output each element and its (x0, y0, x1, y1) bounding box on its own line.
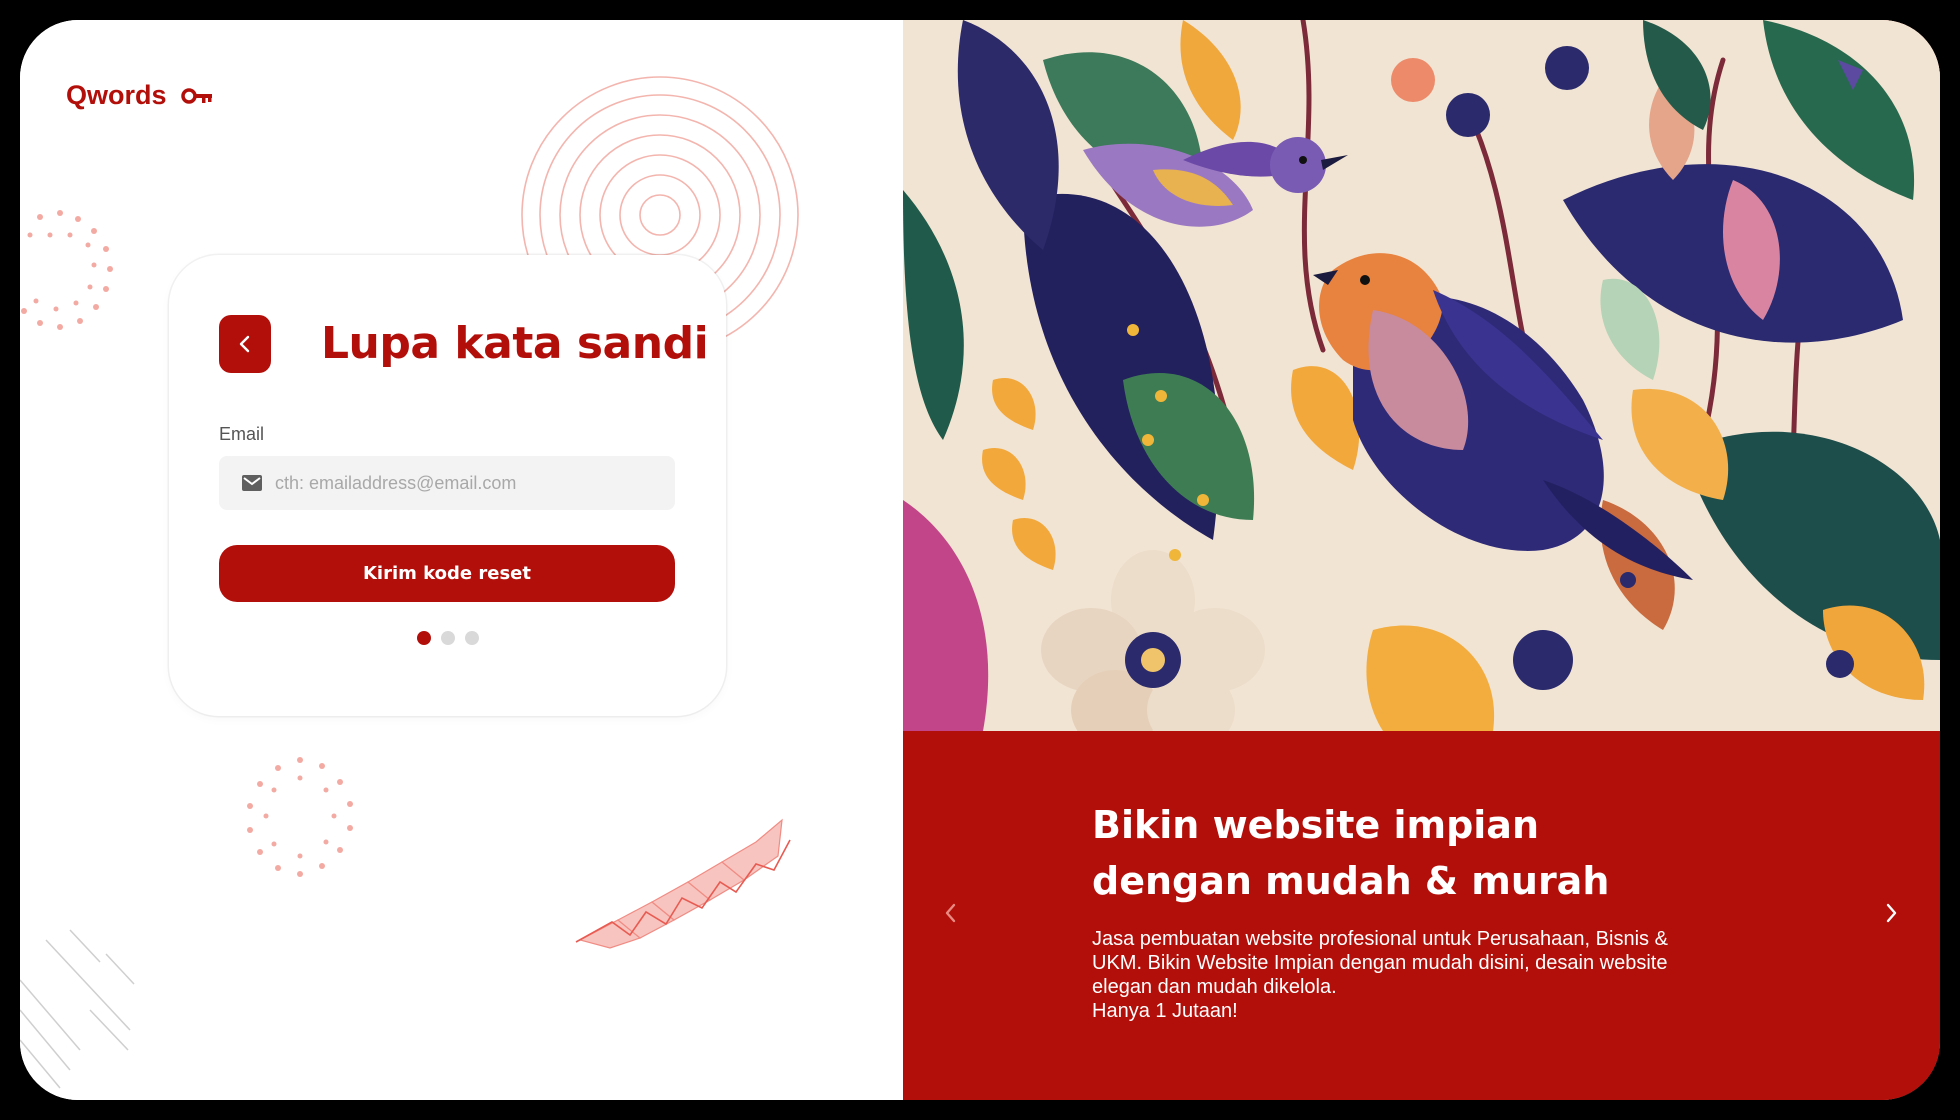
promo-description-line-1: Jasa pembuatan website profesional untuk… (1092, 928, 1668, 950)
back-button[interactable] (219, 315, 271, 373)
zigzag-decoration (575, 818, 791, 949)
chevron-left-icon (239, 335, 250, 353)
diagonal-lines-decoration (20, 929, 135, 1089)
chevron-left-icon (945, 903, 956, 923)
step-dot-2 (440, 631, 455, 645)
bird-illustration (903, 20, 1940, 731)
promo-description-line-4: Hanya 1 Jutaan! (1092, 1000, 1238, 1022)
dotted-ring-decoration (21, 210, 113, 330)
promo-headline: Bikin website impian dengan mudah & mura… (1092, 797, 1792, 909)
promo-headline-line-1: Bikin website impian (1092, 803, 1540, 847)
step-dot-3 (464, 631, 479, 645)
promo-banner: Bikin website impian dengan mudah & mura… (903, 731, 1940, 1100)
carousel-prev-button[interactable] (933, 895, 969, 931)
email-label: Email (219, 424, 265, 444)
step-indicator (169, 631, 726, 645)
email-field-container[interactable] (219, 456, 675, 510)
carousel-next-button[interactable] (1873, 895, 1909, 931)
promo-headline-line-2: dengan mudah & murah (1092, 859, 1610, 903)
brand-name: Qwords (66, 80, 167, 110)
right-panel: Bikin website impian dengan mudah & mura… (903, 20, 1940, 1100)
promo-description-line-2: UKM. Bikin Website Impian dengan mudah d… (1092, 952, 1668, 974)
step-dot-1 (416, 631, 431, 645)
brand-logo[interactable]: Qwords (66, 80, 213, 111)
device-frame: Qwords Lupa kata sandi Email cth: emaila… (0, 0, 1960, 1120)
forgot-password-card: Lupa kata sandi Email Kirim kode reset (169, 255, 726, 716)
left-panel: Qwords Lupa kata sandi Email cth: emaila… (20, 20, 903, 1100)
dotted-ring-decoration-bottom (247, 757, 353, 877)
promo-description: Jasa pembuatan website profesional untuk… (1092, 927, 1732, 1023)
email-field[interactable] (275, 472, 655, 494)
key-icon (180, 87, 212, 104)
send-reset-code-button[interactable]: Kirim kode reset (219, 545, 675, 602)
chevron-right-icon (1886, 903, 1897, 923)
promo-description-line-3: elegan dan mudah dikelola. (1092, 976, 1337, 998)
page-title: Lupa kata sandi (321, 318, 709, 369)
mail-icon (241, 474, 263, 492)
screen: Qwords Lupa kata sandi Email cth: emaila… (20, 20, 1940, 1100)
bird-floral-artwork (903, 20, 1940, 731)
